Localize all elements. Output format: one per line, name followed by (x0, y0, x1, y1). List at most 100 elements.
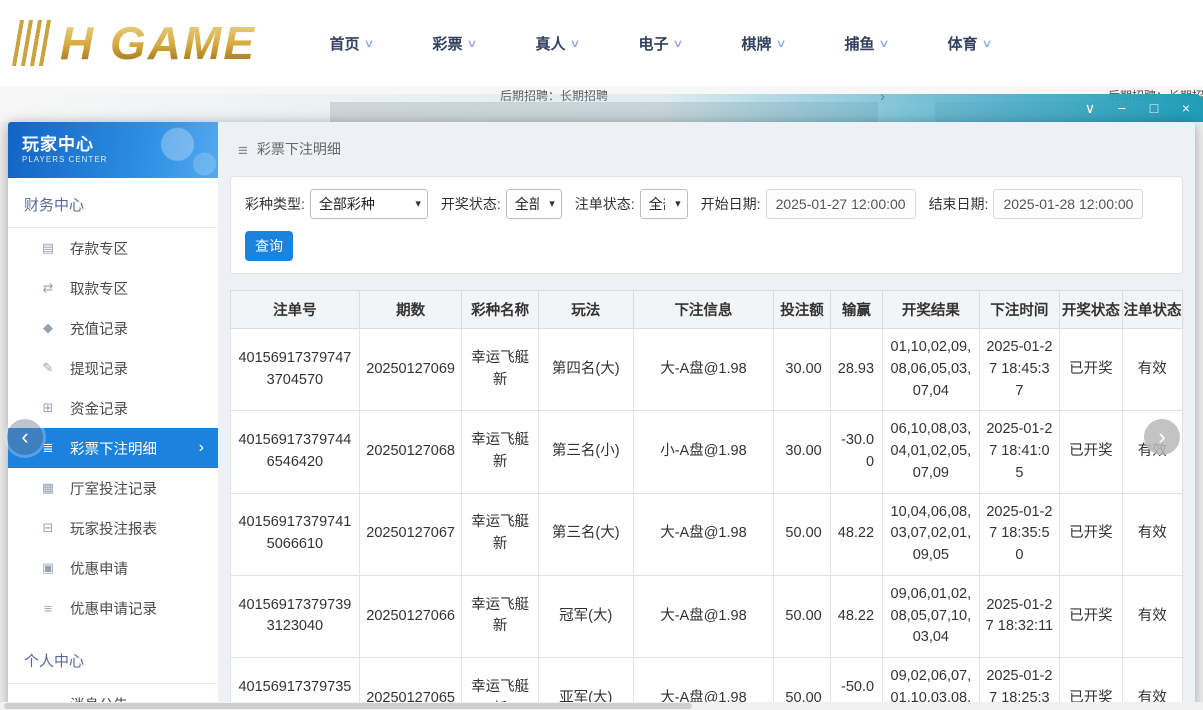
cell-bet-info: 大-A盘@1.98 (633, 575, 774, 657)
cell-draw-result: 06,10,08,03,04,01,02,05,07,09 (883, 411, 980, 493)
cell-lottery-name: 幸运飞艇新 (462, 493, 538, 575)
cell-period: 20250127066 (359, 575, 462, 657)
horizontal-scrollbar-thumb[interactable] (4, 703, 692, 709)
col-order-id: 注单号 (231, 291, 360, 329)
col-lottery-name: 彩种名称 (462, 291, 538, 329)
table-row: 401569173797473704570 20250127069 幸运飞艇新 … (231, 329, 1183, 411)
cell-bet-info: 大-A盘@1.98 (633, 493, 774, 575)
chevron-down-icon: ∨ (776, 37, 787, 50)
nav-item-fishing[interactable]: 捕鱼 ∨ (815, 33, 918, 54)
nav-label: 体育 (947, 33, 977, 54)
cell-bet-amount: 30.00 (774, 329, 830, 411)
logo[interactable]: H GAME (16, 16, 256, 70)
nav-label: 真人 (535, 33, 565, 54)
sidebar-item-deposit[interactable]: ▤ 存款专区 (8, 228, 218, 268)
funds-record-icon: ⊞ (40, 400, 56, 416)
promo-apply-record-icon: ≡ (40, 601, 56, 616)
order-status-select[interactable]: 全部 (640, 189, 688, 219)
withdraw-record-icon: ✎ (40, 360, 56, 376)
cell-period: 20250127068 (359, 411, 462, 493)
sidebar-item-recharge-record[interactable]: ◆ 充值记录 (8, 308, 218, 348)
sidebar-item-withdraw[interactable]: ⇄ 取款专区 (8, 268, 218, 308)
nav-item-electronic[interactable]: 电子 ∨ (609, 33, 712, 54)
sidebar-item-hall-bet-record[interactable]: ▦ 厅室投注记录 (8, 468, 218, 508)
nav-item-board-games[interactable]: 棋牌 ∨ (712, 33, 815, 54)
draw-status-select[interactable]: 全部 (506, 189, 562, 219)
sidebar-item-funds-record[interactable]: ⊞ 资金记录 (8, 388, 218, 428)
nav-item-lottery[interactable]: 彩票 ∨ (403, 33, 506, 54)
logo-stripes-icon (12, 20, 56, 66)
sidebar-header-art (128, 122, 218, 178)
lottery-type-label: 彩种类型: (245, 194, 305, 214)
close-button[interactable]: × (1177, 101, 1195, 115)
carousel-next-button[interactable]: › (1144, 419, 1180, 455)
sidebar-item-label: 彩票下注明细 (70, 438, 157, 459)
minimize-button[interactable]: − (1113, 101, 1131, 115)
sidebar-item-label: 资金记录 (70, 398, 128, 419)
cell-win-loss: 48.22 (830, 575, 882, 657)
cell-win-loss: 28.93 (830, 329, 882, 411)
cell-bet-info: 大-A盘@1.98 (633, 329, 774, 411)
lottery-type-select-wrap: 全部彩种 ▾ (310, 189, 428, 219)
collapse-button[interactable]: ∨ (1081, 101, 1099, 115)
cell-win-loss: -30.00 (830, 411, 882, 493)
horizontal-scrollbar[interactable] (0, 702, 1203, 710)
table-header-row: 注单号 期数 彩种名称 玩法 下注信息 投注额 输赢 开奖结果 下注时间 开奖状… (231, 291, 1183, 329)
lottery-type-select[interactable]: 全部彩种 (310, 189, 428, 219)
withdraw-icon: ⇄ (40, 280, 56, 296)
sidebar-item-label: 优惠申请 (70, 558, 128, 579)
chevron-down-icon: ∨ (467, 37, 478, 50)
window-controls: ∨ − □ × (1081, 94, 1195, 122)
chevron-down-icon: ∨ (570, 37, 581, 50)
page-title: 彩票下注明细 (257, 139, 341, 159)
end-date-input[interactable] (993, 189, 1143, 219)
cell-bet-info: 小-A盘@1.98 (633, 411, 774, 493)
col-period: 期数 (359, 291, 462, 329)
nav-label: 彩票 (432, 33, 462, 54)
sidebar-item-withdraw-record[interactable]: ✎ 提现记录 (8, 348, 218, 388)
search-button[interactable]: 查询 (245, 231, 293, 261)
cell-win-loss: 48.22 (830, 493, 882, 575)
sidebar-item-label: 优惠申请记录 (70, 598, 157, 619)
cell-draw-result: 10,04,06,08,03,07,02,01,09,05 (883, 493, 980, 575)
order-status-select-wrap: 全部 ▾ (640, 189, 688, 219)
section-finance-center: 财务中心 (8, 178, 218, 228)
cell-bet-time: 2025-01-27 18:41:05 (979, 411, 1060, 493)
bet-details-icon: ≣ (40, 440, 56, 456)
cell-bet-amount: 30.00 (774, 411, 830, 493)
cell-period: 20250127069 (359, 329, 462, 411)
chevron-down-icon: ∨ (673, 37, 684, 50)
draw-status-label: 开奖状态: (441, 194, 501, 214)
nav-item-sports[interactable]: 体育 ∨ (918, 33, 1021, 54)
maximize-button[interactable]: □ (1145, 101, 1163, 115)
col-order-status: 注单状态 (1122, 291, 1182, 329)
start-date-input[interactable] (766, 189, 916, 219)
sidebar-item-player-bet-report[interactable]: ⊟ 玩家投注报表 (8, 508, 218, 548)
col-play-type: 玩法 (538, 291, 633, 329)
order-status-label: 注单状态: (575, 194, 635, 214)
col-win-loss: 输赢 (830, 291, 882, 329)
cell-period: 20250127067 (359, 493, 462, 575)
sidebar-item-promo-apply[interactable]: ▣ 优惠申请 (8, 548, 218, 588)
nav-item-home[interactable]: 首页 ∨ (300, 33, 403, 54)
sidebar-item-promo-apply-record[interactable]: ≡ 优惠申请记录 (8, 588, 218, 628)
cell-draw-status: 已开奖 (1060, 411, 1122, 493)
cell-order-id: 401569173797473704570 (231, 329, 360, 411)
player-center-panel: 玩家中心 PLAYERS CENTER 财务中心 ▤ 存款专区 ⇄ 取款专区 ◆… (8, 122, 1195, 710)
cell-play-type: 第三名(小) (538, 411, 633, 493)
sidebar-item-label: 玩家投注报表 (70, 518, 157, 539)
sidebar-item-label: 厅室投注记录 (70, 478, 157, 499)
cell-draw-result: 01,10,02,09,08,06,05,03,07,04 (883, 329, 980, 411)
chevron-down-icon: ∨ (879, 37, 890, 50)
recharge-record-icon: ◆ (40, 320, 56, 336)
cell-bet-time: 2025-01-27 18:32:11 (979, 575, 1060, 657)
start-date-label: 开始日期: (701, 194, 761, 214)
player-bet-report-icon: ⊟ (40, 520, 56, 536)
carousel-prev-button[interactable]: ‹ (7, 419, 43, 455)
cell-draw-status: 已开奖 (1060, 575, 1122, 657)
nav-item-live[interactable]: 真人 ∨ (506, 33, 609, 54)
cell-order-id: 401569173797446546420 (231, 411, 360, 493)
hall-bet-record-icon: ▦ (40, 480, 56, 496)
col-draw-result: 开奖结果 (883, 291, 980, 329)
cell-order-status: 有效 (1122, 329, 1182, 411)
